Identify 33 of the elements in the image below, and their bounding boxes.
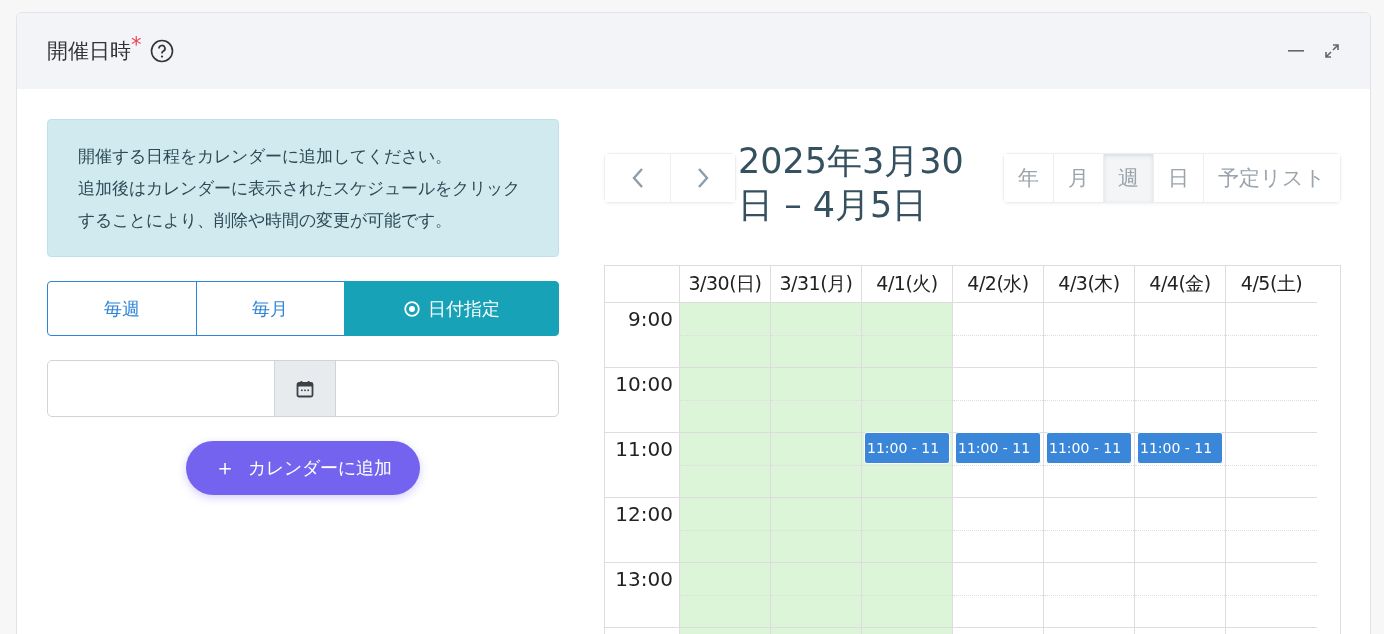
radio-icon [403,300,420,317]
event-block[interactable]: 11:00 - 11 [864,432,950,464]
event-block[interactable]: 11:00 - 11 [955,432,1041,464]
expand-icon[interactable] [1324,43,1340,59]
info-message: 追加後はカレンダーに表示されたスケジュールをクリックすることにより、削除や時間の変更が可能です。 [78,177,521,232]
mode-tab[interactable]: 毎月 [195,281,346,336]
calendar-picker-button[interactable] [274,361,336,416]
calendar-title: 2025年3月30日 – 4月5日 [738,140,965,227]
event-block[interactable]: 11:00 - 11 [1046,432,1132,464]
calendar-icon [296,379,314,398]
help-icon[interactable] [149,39,174,63]
view-button[interactable]: 日 [1153,154,1203,202]
next-button[interactable] [670,154,735,202]
day-header: 4/3(木) [1044,266,1135,303]
chevron-right-icon [696,167,710,189]
required-mark: * [131,33,142,57]
view-button[interactable]: 予定リスト [1203,154,1340,202]
info-message: 開催する日程をカレンダーに追加してください。 [78,145,453,168]
date-input-field[interactable] [47,360,559,417]
view-button[interactable]: 月 [1053,154,1103,202]
minimize-icon[interactable] [1288,50,1304,52]
day-header: 4/5(土) [1226,266,1317,303]
view-button[interactable]: 週 [1103,154,1153,202]
previous-button[interactable] [605,154,670,202]
chevron-left-icon [630,167,645,189]
day-header: 4/4(金) [1135,266,1226,303]
event-block[interactable]: 11:00 - 11 [1137,432,1223,464]
view-button[interactable]: 年 [1004,154,1053,202]
add-to-calendar-button[interactable]: ＋ カレンダーに追加 [186,441,420,495]
panel-title: 開催日時 [47,38,131,65]
day-header: 4/2(水) [953,266,1044,303]
mode-tab[interactable]: 毎週 [47,281,197,336]
mode-tab[interactable]: 日付指定 [344,281,559,336]
